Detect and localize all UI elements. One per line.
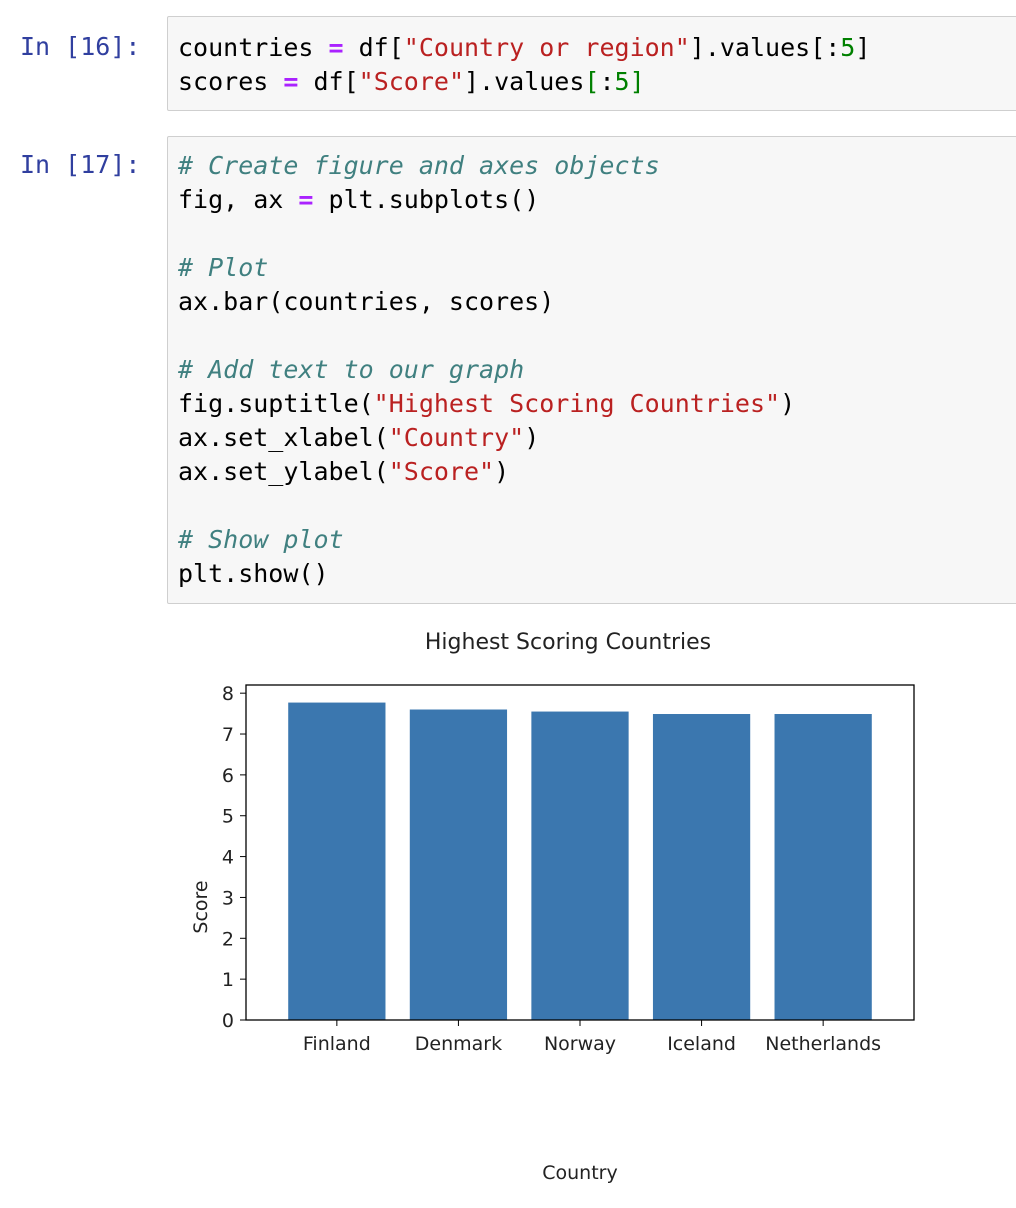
bar-norway (531, 711, 629, 1020)
code-input-area[interactable]: # Create figure and axes objects fig, ax … (167, 136, 1016, 604)
x-tick-label: Netherlands (765, 1033, 881, 1055)
code-editor[interactable]: countries = df["Country or region"].valu… (178, 31, 870, 99)
code-token: "Country or region" (403, 33, 690, 62)
x-tick-label: Denmark (415, 1033, 502, 1055)
code-token: "Country" (388, 423, 525, 452)
y-tick-label: 8 (222, 683, 234, 705)
code-token: # Show plot (178, 525, 344, 554)
cell-prompt: In [17]: (20, 150, 141, 179)
code-token: ) (494, 457, 510, 486)
code-line: ax.bar(countries, scores) (178, 285, 795, 319)
code-line: # Create figure and axes objects (178, 149, 795, 183)
bar-chart: Highest Scoring Countries Country Score … (190, 630, 915, 1184)
cell-prompt: In [16]: (20, 32, 141, 61)
code-token: "Score" (388, 457, 495, 486)
code-token: ) (780, 389, 796, 418)
code-token: scores (178, 67, 284, 96)
code-token: "Highest Scoring Countries" (373, 389, 781, 418)
x-axis-ticks: Finland Denmark Norway Iceland Netherlands (303, 1020, 881, 1055)
code-line: ax.set_xlabel("Country") (178, 421, 795, 455)
code-token: 5 (840, 33, 856, 62)
code-token: ax.bar(countries, scores) (178, 287, 555, 316)
cell-output-figure: Highest Scoring Countries Country Score … (167, 615, 1016, 1204)
code-line: scores = df["Score"].values[:5] (178, 65, 870, 99)
code-token: countries (178, 33, 329, 62)
y-tick-label: 4 (222, 847, 234, 869)
code-token: = (328, 33, 344, 62)
code-token: ].values (464, 67, 585, 96)
y-tick-label: 0 (222, 1010, 234, 1032)
code-editor[interactable]: # Create figure and axes objects fig, ax … (178, 149, 795, 591)
code-token: ] (629, 67, 645, 96)
code-line: # Plot (178, 251, 795, 285)
code-token: fig.suptitle( (178, 389, 374, 418)
y-tick-label: 5 (222, 806, 234, 828)
code-line: countries = df["Country or region"].valu… (178, 31, 870, 65)
code-line: fig.suptitle("Highest Scoring Countries"… (178, 387, 795, 421)
code-token: [ (584, 67, 600, 96)
code-token: "Score" (358, 67, 464, 96)
code-token: ) (524, 423, 540, 452)
bar-finland (288, 702, 386, 1020)
y-tick-label: 7 (222, 724, 234, 746)
code-token: plt.show() (178, 559, 329, 588)
y-axis-ticks: 0 1 2 3 4 5 6 7 8 (222, 683, 246, 1032)
code-line: # Add text to our graph (178, 353, 795, 387)
code-token: ax.set_ylabel( (178, 457, 389, 486)
x-axis-label: Country (542, 1162, 617, 1184)
y-tick-label: 2 (222, 928, 234, 950)
bar-netherlands (774, 714, 872, 1020)
code-token: 5 (614, 67, 630, 96)
code-input-area[interactable]: countries = df["Country or region"].valu… (167, 16, 1016, 111)
code-line: ax.set_ylabel("Score") (178, 455, 795, 489)
bar-iceland (652, 714, 751, 1020)
y-axis-label: Score (190, 880, 212, 933)
code-token: : (599, 67, 615, 96)
code-cell-17[interactable]: In [17]: # Create figure and axes object… (0, 120, 1016, 615)
code-line: plt.show() (178, 557, 795, 591)
bar-denmark (409, 709, 508, 1020)
code-token: plt.subplots() (313, 185, 540, 214)
y-tick-label: 1 (222, 969, 234, 991)
chart-title: Highest Scoring Countries (425, 630, 711, 655)
code-token: df[ (343, 33, 404, 62)
y-tick-label: 6 (222, 765, 234, 787)
code-token: fig, ax (178, 185, 299, 214)
code-token: # Add text to our graph (178, 355, 525, 384)
code-token: = (283, 67, 299, 96)
bar-series (288, 702, 872, 1020)
code-token: # Create figure and axes objects (178, 151, 660, 180)
code-cell-16[interactable]: In [16]: countries = df["Country or regi… (0, 0, 1016, 120)
code-line: # Show plot (178, 523, 795, 557)
y-tick-label: 3 (222, 887, 234, 909)
code-token: ].values[: (689, 33, 841, 62)
code-token: df[ (298, 67, 359, 96)
code-token: # Plot (178, 253, 269, 282)
code-token: = (298, 185, 314, 214)
code-token: ] (855, 33, 871, 62)
x-tick-label: Finland (303, 1033, 371, 1055)
code-line: fig, ax = plt.subplots() (178, 183, 795, 217)
x-tick-label: Norway (544, 1033, 616, 1055)
code-token: ax.set_xlabel( (178, 423, 389, 452)
x-tick-label: Iceland (667, 1033, 736, 1055)
